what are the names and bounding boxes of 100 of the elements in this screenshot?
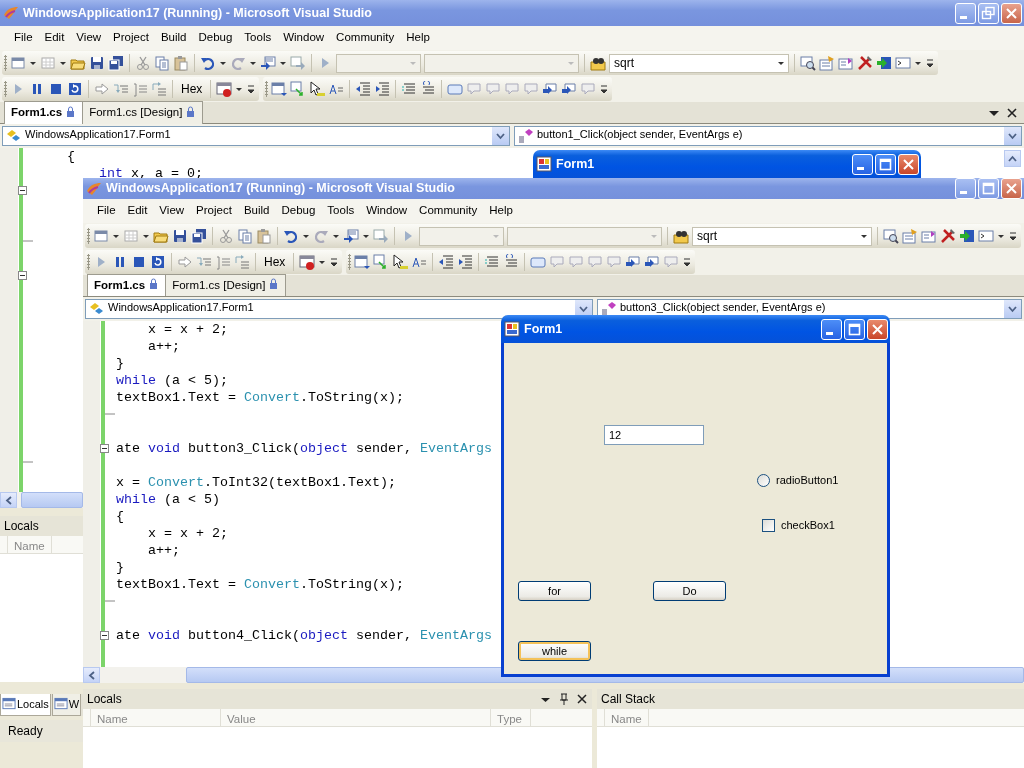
column-header[interactable]: Name	[91, 709, 221, 726]
pin-icon[interactable]	[558, 693, 570, 705]
text-field[interactable]: 12	[604, 425, 704, 445]
indent-icon[interactable]	[457, 254, 474, 270]
close-button[interactable]	[867, 318, 888, 340]
menu-item[interactable]: Tools	[238, 29, 278, 47]
collapse-toggle[interactable]	[18, 186, 27, 195]
stop-icon[interactable]	[131, 254, 147, 270]
menu-item[interactable]: Tools	[321, 202, 361, 220]
menu-item[interactable]: Project	[107, 29, 155, 47]
search-combo[interactable]: sqrt	[609, 53, 789, 73]
close-button[interactable]	[898, 153, 919, 175]
maximize-button[interactable]	[875, 153, 896, 175]
class-dropdown[interactable]: WindowsApplication17.Form1	[2, 126, 510, 146]
horizontal-scrollbar[interactable]	[0, 492, 83, 508]
menu-item[interactable]: Community	[330, 29, 401, 47]
toolbar-grip[interactable]	[87, 228, 90, 244]
form-button[interactable]: Do	[653, 581, 726, 601]
copy-icon[interactable]	[237, 228, 253, 244]
column-header[interactable]: Name	[605, 709, 649, 726]
arrow-bubble-icon[interactable]	[542, 81, 559, 97]
minimize-button[interactable]	[955, 2, 976, 24]
scroll-left-button[interactable]	[0, 492, 17, 508]
paste-icon[interactable]	[173, 55, 189, 71]
menu-item[interactable]: Help	[400, 29, 436, 47]
checkbox[interactable]: checkBox1	[762, 517, 835, 534]
arrow-bubble-icon[interactable]	[644, 254, 661, 270]
minimize-button[interactable]	[955, 178, 976, 199]
pointer-icon[interactable]	[392, 254, 409, 270]
menu-item[interactable]: Build	[154, 29, 193, 47]
menu-item[interactable]: Window	[360, 202, 414, 220]
menu-item[interactable]: File	[8, 29, 39, 47]
object-browser-icon[interactable]	[921, 228, 937, 244]
maximize-button[interactable]	[978, 178, 999, 199]
outdent-icon[interactable]	[438, 254, 455, 270]
uncomment-icon[interactable]	[503, 254, 520, 270]
arrow-bubble-icon[interactable]	[561, 81, 578, 97]
magnifier-icon[interactable]	[883, 228, 899, 244]
close-button[interactable]	[1001, 178, 1022, 199]
scrollbar-thumb[interactable]	[21, 492, 83, 508]
toolbar-grip[interactable]	[348, 254, 352, 270]
copy-icon[interactable]	[154, 55, 170, 71]
toolbar-grip[interactable]	[87, 254, 90, 270]
binoculars-icon[interactable]	[590, 55, 606, 71]
pointer-icon[interactable]	[309, 81, 326, 97]
toolbar-grip[interactable]	[265, 81, 269, 97]
window-icon[interactable]	[354, 254, 371, 270]
menu-item[interactable]: Project	[190, 202, 238, 220]
tools-icon[interactable]	[857, 55, 873, 71]
panel-tab[interactable]: Locals	[0, 694, 51, 716]
scroll-left-button[interactable]	[83, 667, 100, 683]
close-icon[interactable]	[576, 693, 588, 705]
close-icon[interactable]	[1006, 105, 1018, 120]
magnifier-icon[interactable]	[800, 55, 816, 71]
indent-icon[interactable]	[374, 81, 391, 97]
menu-item[interactable]: Edit	[38, 29, 71, 47]
radio-button[interactable]: radioButton1	[757, 472, 839, 489]
menu-item[interactable]: Community	[413, 202, 484, 220]
restart-icon[interactable]	[67, 81, 83, 97]
scroll-up-button[interactable]	[1004, 150, 1021, 167]
breakpoint-icon[interactable]	[216, 81, 233, 97]
undo-icon[interactable]	[200, 55, 216, 71]
menu-item[interactable]: File	[91, 202, 122, 220]
outdent-icon[interactable]	[355, 81, 372, 97]
save-all-icon[interactable]	[108, 55, 124, 71]
collapse-toggle[interactable]	[18, 271, 27, 280]
save-all-icon[interactable]	[191, 228, 207, 244]
menu-item[interactable]: Help	[483, 202, 519, 220]
undo-icon[interactable]	[283, 228, 299, 244]
breakpoint-icon[interactable]	[299, 254, 316, 270]
save-icon[interactable]	[172, 228, 188, 244]
comment-icon[interactable]	[401, 81, 418, 97]
menu-item[interactable]: Build	[237, 202, 276, 220]
comment-icon[interactable]	[484, 254, 501, 270]
hex-button[interactable]: Hex	[178, 80, 206, 98]
menu-item[interactable]: Edit	[121, 202, 154, 220]
restart-icon[interactable]	[150, 254, 166, 270]
form-button[interactable]: for	[518, 581, 591, 601]
save-icon[interactable]	[89, 55, 105, 71]
menu-item[interactable]: Window	[277, 29, 331, 47]
enter-icon[interactable]	[876, 55, 892, 71]
toolbar-grip[interactable]	[4, 55, 7, 71]
panel-tab[interactable]: W	[51, 694, 82, 716]
search-combo[interactable]: sqrt	[692, 226, 872, 246]
restore-button[interactable]	[978, 2, 999, 24]
minimize-button[interactable]	[821, 318, 842, 340]
object-browser-icon[interactable]	[838, 55, 854, 71]
menu-item[interactable]: Debug	[275, 202, 322, 220]
menu-item[interactable]: View	[153, 202, 191, 220]
navigate-icon[interactable]	[260, 55, 276, 71]
class-dropdown[interactable]: WindowsApplication17.Form1	[85, 299, 593, 319]
tools-icon[interactable]	[940, 228, 956, 244]
close-button[interactable]	[1001, 2, 1022, 24]
arrow-bubble-icon[interactable]	[625, 254, 642, 270]
member-dropdown[interactable]: button1_Click(object sender, EventArgs e)	[514, 126, 1022, 146]
form-button[interactable]: while	[518, 641, 591, 661]
paste-icon[interactable]	[256, 228, 272, 244]
collapse-toggle[interactable]	[100, 631, 109, 640]
uncomment-icon[interactable]	[420, 81, 437, 97]
toolbar-grip[interactable]	[4, 81, 7, 97]
